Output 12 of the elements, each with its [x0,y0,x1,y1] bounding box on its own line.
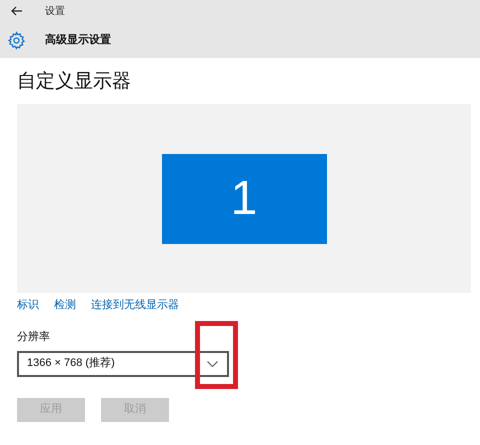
link[interactable]: 连接到无线显示器 [91,296,179,314]
field-label: 分辨率 [17,330,50,345]
section-title: 自定义显示器 [17,70,131,94]
resolution-dropdown[interactable]: 1366 × 768 (推荐) [17,350,229,376]
page-title: 高级显示设置 [45,32,111,48]
gear-icon [7,30,26,50]
back-icon[interactable] [11,6,23,16]
link[interactable]: 标识 [17,296,39,314]
window-title: 设置 [45,4,65,18]
chevron-down-icon [207,360,218,366]
link[interactable]: 检测 [54,296,76,314]
display-tile[interactable]: 1 [162,154,326,244]
